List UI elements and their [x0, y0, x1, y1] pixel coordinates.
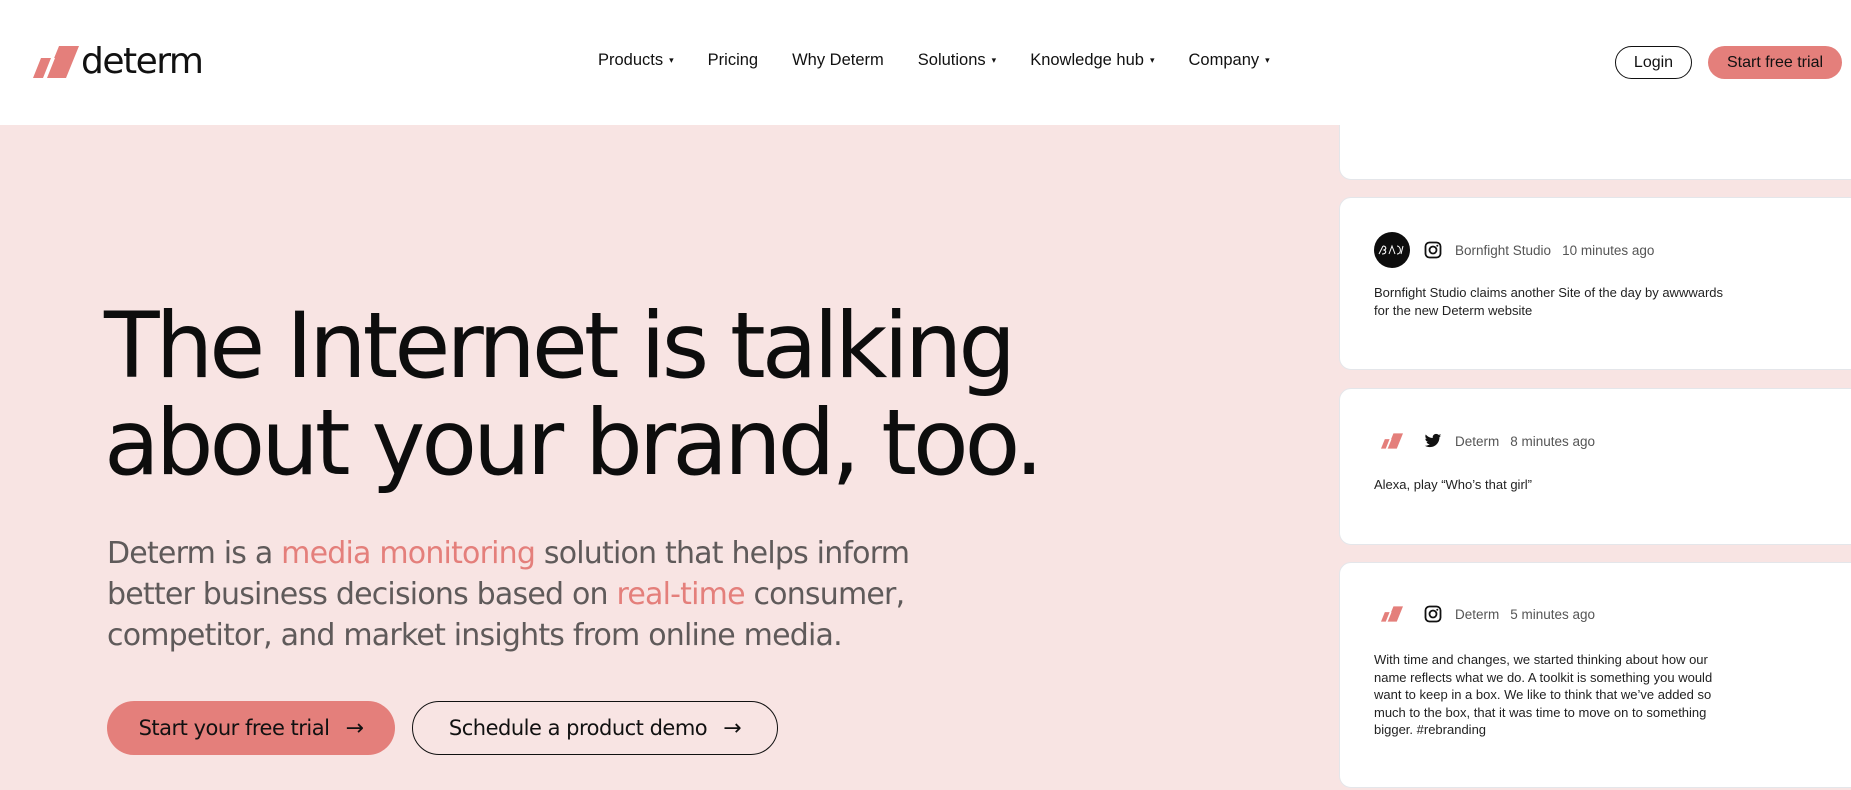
nav-item-knowledge-hub[interactable]: Knowledge hub ▾ [1030, 51, 1154, 70]
feed-card: Determ 5 minutes ago With time and chang… [1339, 562, 1851, 788]
nav-item-company[interactable]: Company ▾ [1189, 51, 1270, 70]
main-nav: Products ▾ Pricing Why Determ Solutions ▾ … [598, 51, 1270, 70]
arrow-right-icon: → [345, 715, 364, 741]
site-header: determ Products ▾ Pricing Why Determ Solu… [0, 0, 1851, 125]
chevron-down-icon: ▾ [669, 55, 674, 65]
bornfight-avatar [1374, 232, 1410, 268]
card-meta: Bornfight Studio 10 minutes ago [1374, 232, 1654, 268]
card-text: With time and changes, we started thinki… [1374, 652, 1713, 738]
headline-line-1: The Internet is talking [104, 294, 1016, 399]
login-button[interactable]: Login [1615, 46, 1692, 79]
nav-item-why-determ[interactable]: Why Determ [792, 51, 884, 70]
arrow-right-icon: → [723, 715, 742, 741]
nav-item-pricing[interactable]: Pricing [708, 51, 758, 70]
chevron-down-icon: ▾ [991, 55, 997, 65]
twitter-icon [1424, 433, 1442, 448]
headline-line-2: about your brand, too. [104, 391, 1044, 496]
start-free-trial-button[interactable]: Start free trial [1708, 46, 1842, 79]
card-author: Determ [1455, 433, 1500, 449]
bornfight-logo-icon [1378, 244, 1404, 255]
determ-avatar [1374, 423, 1410, 459]
card-author: Determ [1455, 606, 1500, 622]
determ-logo[interactable]: determ [33, 41, 204, 82]
hero-headline: The Internet is talking about your brand… [104, 298, 1124, 492]
logo-mark-icon [33, 46, 79, 78]
highlight-real-time: real-time [616, 577, 745, 612]
feed-card: Bornfight Studio 10 minutes ago Bornfigh… [1339, 197, 1851, 370]
chevron-down-icon: ▾ [1265, 55, 1270, 65]
card-text: Alexa, play “Who’s that girl” [1374, 477, 1532, 492]
highlight-media-monitoring: media monitoring [281, 536, 536, 571]
determ-logo-icon [1381, 433, 1403, 449]
card-text: Bornfight Studio claims another Site of … [1374, 285, 1724, 318]
schedule-demo-button[interactable]: Schedule a product demo → [412, 701, 778, 755]
feed-card: Determ 8 minutes ago Alexa, play “Who’s … [1339, 388, 1851, 545]
logo-wordmark: determ [81, 41, 204, 82]
nav-item-solutions[interactable]: Solutions ▾ [918, 51, 996, 70]
determ-logo-icon [1381, 606, 1403, 622]
instagram-icon [1424, 241, 1442, 259]
card-author: Bornfight Studio [1455, 242, 1552, 258]
nav-item-products[interactable]: Products ▾ [598, 51, 674, 70]
card-meta: Determ 5 minutes ago [1374, 596, 1595, 632]
chevron-down-icon: ▾ [1149, 55, 1155, 65]
determ-avatar [1374, 596, 1410, 632]
card-meta: Determ 8 minutes ago [1374, 423, 1595, 459]
instagram-icon [1424, 605, 1442, 623]
start-your-free-trial-button[interactable]: Start your free trial → [107, 701, 395, 755]
card-timestamp: 10 minutes ago [1562, 242, 1655, 258]
hero-description: Determ is a media monitoring solution th… [107, 536, 910, 653]
card-timestamp: 8 minutes ago [1510, 433, 1596, 449]
card-timestamp: 5 minutes ago [1510, 606, 1596, 622]
